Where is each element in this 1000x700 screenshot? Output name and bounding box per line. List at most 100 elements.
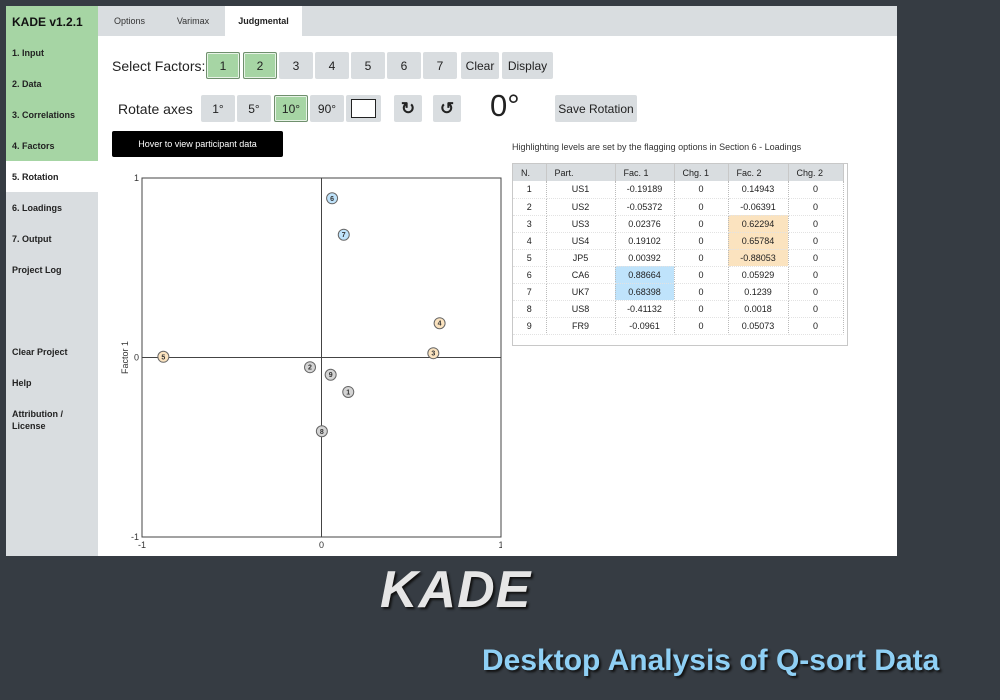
factor-button-7[interactable]: 7	[423, 52, 457, 79]
table-cell: 0	[674, 198, 729, 216]
table-row: 4 US4 0.19102 0 0.65784 0	[513, 232, 844, 250]
y-tick-label: -1	[131, 532, 139, 542]
rotate-step-10-button[interactable]: 10°	[274, 95, 308, 122]
table-row: 7 UK7 0.68398 0 0.1239 0	[513, 283, 844, 301]
select-factors-label: Select Factors:	[112, 58, 206, 74]
sidebar-item-output[interactable]: 7. Output	[6, 223, 98, 254]
table-cell: 0.02376	[615, 215, 675, 233]
save-rotation-button[interactable]: Save Rotation	[555, 95, 637, 122]
factor-button-6[interactable]: 6	[387, 52, 421, 79]
sidebar-item-help[interactable]: Help	[6, 367, 98, 398]
col-header-chg2[interactable]: Chg. 2	[788, 164, 844, 181]
col-header-fac1[interactable]: Fac. 1	[615, 164, 675, 181]
hover-participant-data-box[interactable]: Hover to view participant data	[112, 131, 283, 157]
rotate-step-90-button[interactable]: 90°	[310, 95, 344, 122]
table-cell: 0.14943	[728, 181, 789, 199]
table-cell: 0.05073	[728, 317, 789, 335]
sidebar-item-factors[interactable]: 4. Factors	[6, 130, 98, 161]
table-cell: US2	[546, 198, 616, 216]
table-row: 5 JP5 0.00392 0 -0.88053 0	[513, 249, 844, 267]
table-cell: CA6	[546, 266, 616, 284]
sidebar-item-correlations[interactable]: 3. Correlations	[6, 99, 98, 130]
data-point-label: 4	[438, 321, 442, 328]
tab-judgmental[interactable]: Judgmental	[225, 6, 302, 36]
table-cell: 0	[788, 249, 844, 267]
x-tick-label: -1	[138, 540, 146, 550]
sidebar-item-rotation[interactable]: 5. Rotation	[6, 161, 98, 192]
tab-varimax[interactable]: Varimax	[161, 6, 225, 36]
factor-button-1[interactable]: 1	[206, 52, 240, 79]
custom-angle-box[interactable]	[346, 95, 381, 122]
factor-button-2[interactable]: 2	[243, 52, 277, 79]
table-cell: 0	[674, 249, 729, 267]
brand-tagline: Desktop Analysis of Q-sort Data	[482, 644, 940, 677]
table-cell: -0.88053	[728, 249, 789, 267]
tab-options[interactable]: Options	[98, 6, 161, 36]
col-header-part[interactable]: Part.	[546, 164, 616, 181]
table-row: 8 US8 -0.41132 0 0.0018 0	[513, 300, 844, 318]
table-cell: 0	[674, 317, 729, 335]
table-cell: FR9	[546, 317, 616, 335]
table-body: 1 US1 -0.19189 0 0.14943 0 2 US2 -0.05372 0 -0.063…	[513, 181, 844, 335]
factor-button-3[interactable]: 3	[279, 52, 313, 79]
table-cell: 0	[674, 283, 729, 301]
data-point-label: 7	[342, 232, 346, 239]
table-cell: -0.0961	[615, 317, 675, 335]
col-header-fac2[interactable]: Fac. 2	[728, 164, 789, 181]
rotate-step-1-button[interactable]: 1°	[201, 95, 235, 122]
table-cell: 0	[674, 266, 729, 284]
loadings-table: N. Part. Fac. 1 Chg. 1 Fac. 2 Chg. 2 1 US…	[512, 163, 848, 346]
table-cell: 0.1239	[728, 283, 789, 301]
y-axis-label: Factor 1	[120, 341, 130, 374]
table-row: 3 US3 0.02376 0 0.62294 0	[513, 215, 844, 233]
factor-button-5[interactable]: 5	[351, 52, 385, 79]
brand-name: KADE	[380, 561, 532, 619]
table-cell: US1	[546, 181, 616, 199]
factor-button-4[interactable]: 4	[315, 52, 349, 79]
table-cell: 0.68398	[615, 283, 675, 301]
col-header-n[interactable]: N.	[513, 164, 547, 181]
rotate-counterclockwise-icon[interactable]: ↺	[433, 95, 461, 122]
table-cell: 0	[674, 181, 729, 199]
sidebar-item-attribution[interactable]: Attribution / License	[6, 398, 76, 432]
table-cell: 5	[513, 249, 547, 267]
sidebar-item-clear-project[interactable]: Clear Project	[6, 336, 98, 367]
y-tick-label: 1	[134, 173, 139, 183]
display-button[interactable]: Display	[502, 52, 553, 79]
table-cell: 3	[513, 215, 547, 233]
sidebar-item-project-log[interactable]: Project Log	[6, 254, 98, 285]
table-cell: -0.41132	[615, 300, 675, 318]
table-row: 6 CA6 0.88664 0 0.05929 0	[513, 266, 844, 284]
x-tick-label: 0	[319, 540, 324, 550]
table-cell: 4	[513, 232, 547, 250]
table-cell: 0	[788, 317, 844, 335]
rotate-step-5-button[interactable]: 5°	[237, 95, 271, 122]
table-cell: 0	[788, 266, 844, 284]
table-cell: 9	[513, 317, 547, 335]
table-cell: 7	[513, 283, 547, 301]
custom-angle-input[interactable]	[351, 99, 376, 118]
sidebar-item-data[interactable]: 2. Data	[6, 68, 98, 99]
rotate-axes-label: Rotate axes	[118, 101, 193, 117]
table-cell: 0.19102	[615, 232, 675, 250]
sidebar-item-loadings[interactable]: 6. Loadings	[6, 192, 98, 223]
loadings-scatter-chart: -1 0 1 -1 0 1 Factor 1 1 2 3 4 5 6 7 8 9	[120, 173, 502, 550]
table-cell: 0	[674, 215, 729, 233]
y-tick-label: 0	[134, 353, 139, 363]
data-point-label: 3	[431, 351, 435, 358]
data-point-label: 8	[320, 429, 324, 436]
table-cell: 0	[788, 215, 844, 233]
clear-factors-button[interactable]: Clear	[461, 52, 499, 79]
table-cell: -0.06391	[728, 198, 789, 216]
table-cell: 0	[788, 300, 844, 318]
col-header-chg1[interactable]: Chg. 1	[674, 164, 729, 181]
rotate-clockwise-icon[interactable]: ↻	[394, 95, 422, 122]
highlighting-note: Highlighting levels are set by the flagg…	[512, 142, 802, 152]
table-cell: 0.05929	[728, 266, 789, 284]
table-cell: 0.62294	[728, 215, 789, 233]
tab-bar: Options Varimax Judgmental	[98, 6, 897, 36]
table-row: 9 FR9 -0.0961 0 0.05073 0	[513, 317, 844, 335]
table-cell: 0.00392	[615, 249, 675, 267]
sidebar-item-input[interactable]: 1. Input	[6, 37, 98, 68]
